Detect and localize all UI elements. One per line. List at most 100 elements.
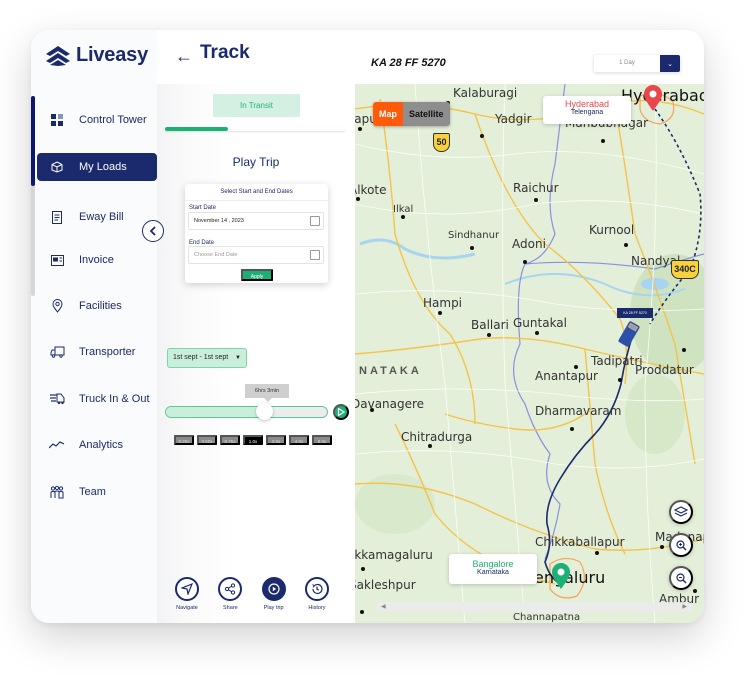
sidebar-item-label: Facilities [79, 300, 122, 312]
caret-down-icon: ▼ [235, 355, 241, 361]
city-label: Sakleshpur [355, 578, 416, 592]
highway-shield: 340C [671, 260, 699, 279]
truck-label: KA 28 FF 5270 [617, 308, 653, 318]
speed-option-4_0x[interactable]: 4.0x [289, 435, 309, 445]
date-picker-heading: Select Start and End Dates [185, 184, 328, 201]
period-select[interactable]: 1 Day ⌄ [594, 55, 680, 72]
destination-pin-icon[interactable] [551, 562, 571, 590]
fast-truck-icon [49, 391, 65, 407]
speed-option-0_25x[interactable]: 0.25x [174, 435, 194, 445]
apply-button[interactable]: Apply [241, 269, 273, 281]
scroll-right-icon[interactable]: ▶ [682, 602, 687, 612]
collapse-sidebar-button[interactable] [142, 220, 164, 242]
city-label: Dharmavaram [535, 404, 622, 418]
sidebar-item-control-tower[interactable]: Control Tower [37, 106, 157, 134]
zoom-out-icon [675, 572, 686, 583]
speed-option-1_0x[interactable]: 1.0x [243, 435, 263, 445]
share-button[interactable]: Share [210, 577, 250, 611]
sidebar-item-truck-in-out[interactable]: Truck In & Out [37, 385, 157, 413]
scroll-left-icon[interactable]: ◀ [381, 602, 386, 612]
end-date-placeholder: Choose End Date [194, 252, 238, 258]
play-trip-button[interactable]: Play trip [254, 577, 294, 611]
sidebar-item-eway-bill[interactable]: Eway Bill [37, 203, 157, 231]
sidebar-item-facilities[interactable]: Facilities [37, 292, 157, 320]
action-label: Share [222, 605, 238, 611]
action-label: Play trip [263, 605, 284, 611]
map-base-layer [355, 84, 704, 623]
chevron-down-icon[interactable]: ⌄ [660, 55, 680, 72]
grid-icon [49, 112, 65, 128]
sidebar-item-invoice[interactable]: Invoice [37, 246, 157, 274]
map-horizontal-scrollbar[interactable]: ◀ ▶ [375, 602, 693, 612]
city-label: Davanagere [355, 397, 425, 411]
speed-option-2_0x[interactable]: 2.0x [266, 435, 286, 445]
river [359, 238, 476, 260]
layers-button[interactable] [669, 500, 693, 524]
origin-state: Telengana [570, 109, 604, 116]
speed-option-0_50x[interactable]: 0.50x [197, 435, 217, 445]
region-label: NATAKA [359, 365, 422, 377]
logo-chevrons-icon [46, 45, 70, 66]
playback-speed-group: 0.25x 0.50x 0.75x 1.0x 2.0x 4.0x 8.0x [174, 435, 332, 445]
playback-slider-thumb[interactable] [256, 403, 274, 420]
navigate-icon [181, 583, 193, 595]
zoom-in-icon [675, 539, 686, 550]
sidebar: Liveasy Control Tower My Loads Eway Bill [31, 30, 157, 623]
city-label: Chikkaballapur [535, 535, 625, 549]
calendar-icon[interactable] [310, 216, 320, 226]
origin-pin-icon[interactable] [643, 84, 663, 112]
sidebar-item-transporter[interactable]: Transporter [37, 338, 157, 366]
destination-card[interactable]: Bangalore Karnataka [449, 554, 537, 584]
brand-logo[interactable]: Liveasy [45, 44, 148, 67]
speed-option-0_75x[interactable]: 0.75x [220, 435, 240, 445]
status-badge: In Transit [213, 94, 300, 117]
speed-option-8_0x[interactable]: 8.0x [312, 435, 332, 445]
back-arrow-icon[interactable]: ← [175, 46, 193, 67]
city-label: Raichur [513, 181, 559, 195]
period-select-value: 1 Day [619, 60, 635, 66]
sidebar-item-my-loads[interactable]: My Loads [37, 153, 157, 181]
date-range-picker: Select Start and End Dates Start Date No… [185, 184, 328, 283]
city-label: Proddatur [635, 363, 694, 377]
map-type-satellite[interactable]: Satellite [403, 102, 450, 126]
truck-icon [49, 344, 65, 360]
zoom-out-button[interactable] [669, 566, 693, 590]
sidebar-item-label: My Loads [79, 161, 127, 173]
sidebar-scrollbar-thumb[interactable] [31, 96, 35, 186]
truck-marker-icon[interactable] [617, 320, 641, 348]
invoice-icon [49, 252, 65, 268]
sidebar-item-analytics[interactable]: Analytics [37, 431, 157, 459]
city-label: Hampi [423, 296, 463, 310]
trip-progress-fill [165, 127, 228, 131]
city-label: Channapatna [513, 612, 581, 623]
destination-city: Bangalore [472, 559, 514, 569]
team-icon [49, 484, 65, 500]
history-button[interactable]: History [297, 577, 337, 611]
map-type-map[interactable]: Map [373, 102, 403, 126]
origin-card[interactable]: Hyderabad Telengana [543, 96, 631, 124]
action-label: History [308, 605, 326, 611]
sidebar-item-team[interactable]: Team [37, 478, 157, 506]
navigate-button[interactable]: Navigate [167, 577, 207, 611]
origin-city: Hyderabad [564, 99, 610, 109]
app-window: Liveasy Control Tower My Loads Eway Bill [31, 30, 704, 623]
city-label: Yadgir [495, 112, 532, 126]
calendar-icon[interactable] [310, 250, 320, 260]
play-button[interactable] [333, 404, 349, 420]
city-label: Anantapur [535, 369, 598, 383]
city-label: Ilkal [393, 204, 414, 215]
end-date-field[interactable]: Choose End Date [188, 246, 324, 264]
date-range-select[interactable]: 1st sept - 1st sept ▼ [167, 348, 247, 368]
start-date-field[interactable]: November 14 , 2023 [188, 212, 324, 230]
sidebar-item-label: Transporter [79, 346, 136, 358]
city-label: Ballari [471, 318, 509, 332]
location-pin-icon [49, 298, 65, 314]
vehicle-number: KA 28 FF 5270 [371, 57, 446, 69]
city-label: Chikkamagaluru [355, 548, 433, 562]
trip-panel: In Transit Play Trip Select Start and En… [157, 84, 355, 623]
start-date-value: November 14 , 2023 [194, 218, 244, 224]
map-type-toggle: Map Satellite [373, 102, 450, 126]
zoom-in-button[interactable] [669, 533, 693, 557]
playback-slider[interactable] [165, 403, 328, 420]
map-view[interactable]: Kalaburagi Hyderabad Vapura Yadgir Mahbu… [355, 84, 704, 623]
